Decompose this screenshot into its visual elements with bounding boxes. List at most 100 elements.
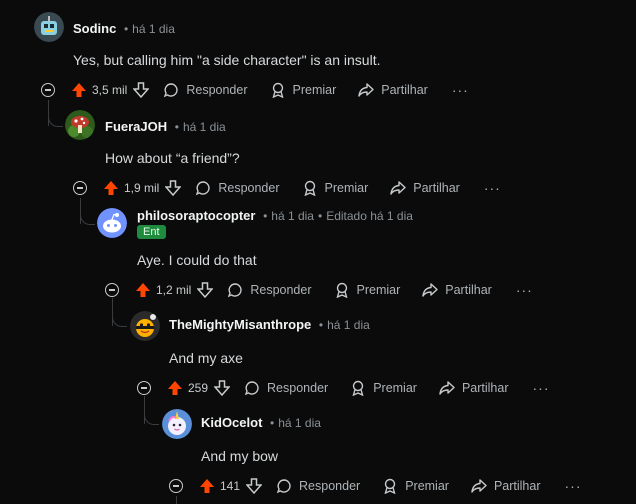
- share-arrow-icon: [358, 83, 374, 97]
- upvote-arrow-icon: [104, 181, 118, 195]
- reply-button[interactable]: Responder: [244, 380, 328, 396]
- award-label: Premiar: [373, 381, 417, 395]
- share-button[interactable]: Partilhar: [358, 82, 428, 98]
- default-snoo-avatar-icon: [97, 208, 127, 238]
- comment-author-row: philosoraptocopter • há 1 dia • Editado há …: [137, 208, 413, 223]
- downvote-arrow-icon: [133, 82, 150, 98]
- comment-author-row: Sodinc • há 1 dia: [73, 21, 175, 36]
- reply-label: Responder: [250, 283, 312, 297]
- share-arrow-icon: [471, 479, 487, 493]
- reply-label: Responder: [186, 83, 248, 97]
- more-options-button[interactable]: ···: [533, 380, 550, 396]
- avatar[interactable]: [97, 208, 127, 238]
- upvote-arrow-icon: [136, 283, 150, 297]
- comment-actions: 1,9 mil Responder Premiar Partilhar ···: [73, 176, 501, 200]
- collapse-thread-button[interactable]: [137, 381, 151, 395]
- collapse-thread-button[interactable]: [105, 283, 119, 297]
- reply-label: Responder: [299, 479, 361, 493]
- award-button[interactable]: Premiar: [334, 282, 401, 298]
- reply-label: Responder: [218, 181, 280, 195]
- unicorn-avatar-icon: [162, 409, 192, 439]
- thread-elbow: [80, 198, 95, 225]
- more-dots-icon: ···: [564, 478, 582, 494]
- more-options-button[interactable]: ···: [452, 82, 469, 98]
- award-label: Premiar: [292, 83, 337, 97]
- comment-bubble-icon: [196, 181, 210, 196]
- share-label: Partilhar: [381, 83, 428, 97]
- timestamp[interactable]: há 1 dia: [132, 22, 175, 36]
- vote-count: 3,5 mil: [92, 83, 128, 97]
- comment-bubble-icon: [164, 83, 178, 98]
- upvote-button[interactable]: [199, 478, 215, 494]
- comment-actions: 1,2 mil Responder Premiar Partilhar ···: [105, 278, 533, 302]
- username-link[interactable]: TheMightyMisanthrope: [169, 317, 311, 332]
- award-button[interactable]: Premiar: [350, 380, 417, 396]
- avatar[interactable]: [162, 409, 192, 439]
- thread-elbow: [144, 396, 159, 425]
- share-label: Partilhar: [461, 381, 509, 395]
- timestamp[interactable]: há 1 dia: [327, 318, 370, 332]
- timestamp[interactable]: há 1 dia: [271, 209, 314, 223]
- vote-count: 1,2 mil: [156, 283, 192, 297]
- more-dots-icon: ···: [483, 180, 501, 196]
- comment-actions: 259 Responder Premiar Partilhar ···: [137, 376, 550, 400]
- upvote-button[interactable]: [135, 282, 151, 298]
- share-button[interactable]: Partilhar: [390, 180, 460, 196]
- comment-text: Aye. I could do that: [137, 252, 257, 268]
- username-link[interactable]: Sodinc: [73, 21, 116, 36]
- share-button[interactable]: Partilhar: [422, 282, 492, 298]
- downvote-button[interactable]: [246, 478, 263, 494]
- award-button[interactable]: Premiar: [382, 478, 449, 494]
- share-button[interactable]: Partilhar: [471, 478, 541, 494]
- reply-button[interactable]: Responder: [227, 282, 312, 298]
- vote-count: 141: [220, 479, 241, 493]
- more-options-button[interactable]: ···: [565, 478, 582, 494]
- collapse-thread-button[interactable]: [169, 479, 183, 493]
- downvote-button[interactable]: [214, 380, 231, 396]
- upvote-button[interactable]: [103, 180, 119, 196]
- award-icon: [384, 478, 396, 494]
- username-link[interactable]: KidOcelot: [201, 415, 262, 430]
- reply-button[interactable]: Responder: [163, 82, 248, 98]
- robot-avatar-icon: [34, 12, 64, 42]
- share-arrow-icon: [439, 381, 455, 395]
- reply-button[interactable]: Responder: [195, 180, 280, 196]
- reply-button[interactable]: Responder: [276, 478, 360, 494]
- upvote-arrow-icon: [72, 83, 86, 97]
- share-button[interactable]: Partilhar: [439, 380, 509, 396]
- collapse-thread-button[interactable]: [41, 83, 55, 97]
- timestamp[interactable]: há 1 dia: [278, 416, 321, 430]
- comment-bubble-icon: [228, 283, 242, 298]
- comment-bubble-icon: [276, 479, 291, 494]
- share-arrow-icon: [390, 181, 406, 195]
- comment-text: And my bow: [201, 448, 279, 464]
- award-label: Premiar: [356, 283, 401, 297]
- upvote-button[interactable]: [71, 82, 87, 98]
- award-button[interactable]: Premiar: [302, 180, 368, 196]
- downvote-button[interactable]: [165, 180, 182, 196]
- downvote-arrow-icon: [165, 180, 182, 196]
- downvote-button[interactable]: [133, 82, 150, 98]
- avatar[interactable]: [130, 311, 160, 341]
- downvote-arrow-icon: [197, 282, 214, 298]
- comment-actions: 3,5 mil Responder Premiar Partilhar ···: [41, 78, 469, 102]
- upvote-button[interactable]: [167, 380, 183, 396]
- more-options-button[interactable]: ···: [484, 180, 501, 196]
- more-dots-icon: ···: [515, 282, 533, 298]
- award-icon: [272, 82, 283, 98]
- award-button[interactable]: Premiar: [270, 82, 337, 98]
- vote-count: 259: [188, 381, 209, 395]
- timestamp[interactable]: há 1 dia: [183, 120, 226, 134]
- comment-actions: 141 Responder Premiar Partilhar ···: [169, 474, 582, 498]
- username-link[interactable]: philosoraptocopter: [137, 208, 255, 223]
- more-options-button[interactable]: ···: [516, 282, 533, 298]
- avatar[interactable]: [65, 110, 95, 140]
- share-label: Partilhar: [445, 283, 492, 297]
- comment-author-row: FueraJOH • há 1 dia: [105, 119, 226, 134]
- username-link[interactable]: FueraJOH: [105, 119, 167, 134]
- comment-author-row: KidOcelot • há 1 dia: [201, 415, 321, 430]
- collapse-thread-button[interactable]: [73, 181, 87, 195]
- downvote-button[interactable]: [197, 282, 214, 298]
- downvote-arrow-icon: [246, 478, 263, 494]
- avatar[interactable]: [34, 12, 64, 42]
